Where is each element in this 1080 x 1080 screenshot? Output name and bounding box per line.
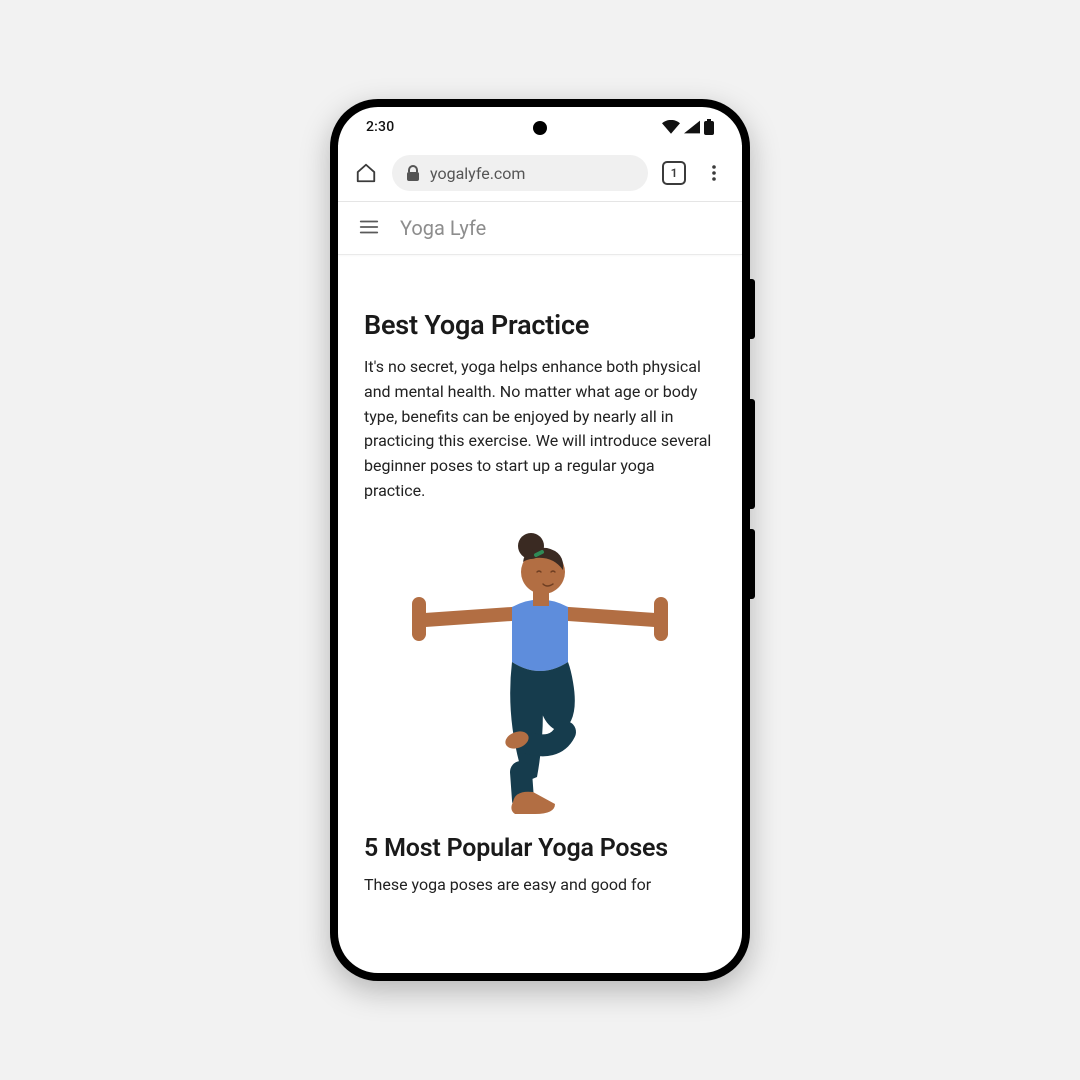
cellular-icon	[684, 120, 700, 134]
tabs-count: 1	[671, 166, 678, 180]
article-subtext: These yoga poses are easy and good for	[364, 873, 716, 898]
yoga-figure-icon	[405, 522, 675, 822]
site-menu-button[interactable]	[358, 216, 382, 240]
home-icon	[355, 162, 377, 184]
home-button[interactable]	[352, 159, 380, 187]
tabs-icon: 1	[662, 161, 686, 185]
phone-screen: 2:30	[338, 107, 742, 973]
more-vertical-icon	[704, 163, 724, 183]
phone-volume-button	[750, 529, 755, 599]
article-heading: Best Yoga Practice	[364, 309, 716, 341]
article-subheading: 5 Most Popular Yoga Poses	[364, 834, 716, 863]
browser-toolbar: yogalyfe.com 1	[338, 145, 742, 202]
overflow-menu-button[interactable]	[700, 159, 728, 187]
lock-icon	[406, 165, 420, 181]
phone-frame: 2:30	[330, 99, 750, 981]
site-title: Yoga Lyfe	[400, 216, 486, 240]
article-intro: It's no secret, yoga helps enhance both …	[364, 355, 716, 504]
battery-icon	[704, 119, 714, 135]
address-bar[interactable]: yogalyfe.com	[392, 155, 648, 191]
tabs-button[interactable]: 1	[660, 159, 688, 187]
wifi-icon	[662, 120, 680, 134]
status-bar: 2:30	[338, 107, 742, 145]
article-illustration	[364, 512, 716, 828]
url-text: yogalyfe.com	[430, 164, 525, 183]
phone-volume-button	[750, 399, 755, 509]
page-content[interactable]: Best Yoga Practice It's no secret, yoga …	[338, 255, 742, 906]
status-time: 2:30	[366, 119, 394, 135]
status-icons	[662, 119, 714, 135]
phone-power-button	[750, 279, 755, 339]
hamburger-icon	[358, 216, 380, 238]
site-header: Yoga Lyfe	[338, 202, 742, 255]
